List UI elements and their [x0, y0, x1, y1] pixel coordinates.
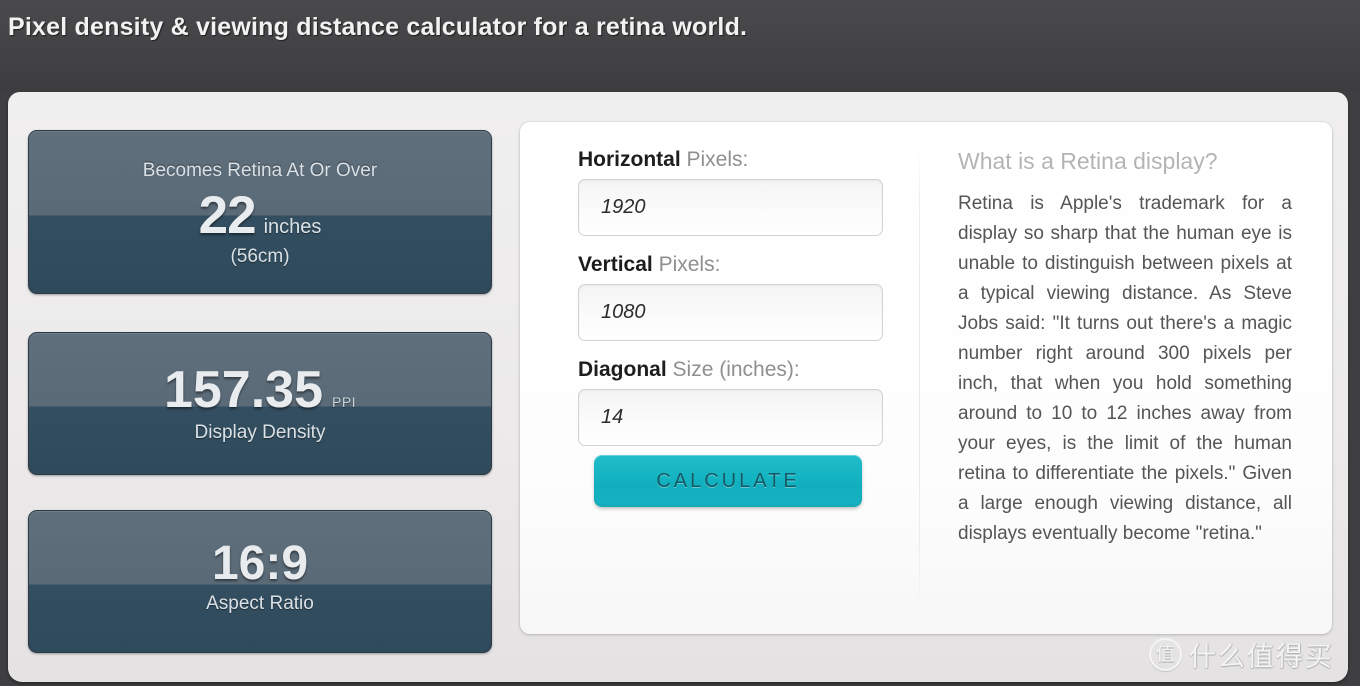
density-card-unit: PPI — [332, 394, 356, 410]
retina-card-value-row: 22 inches — [29, 188, 491, 244]
retina-card-unit: inches — [264, 216, 322, 239]
retina-card-metric: (56cm) — [29, 246, 491, 268]
diagonal-size-label-strong: Diagonal — [578, 358, 667, 381]
watermark-text: 什么值得买 — [1189, 635, 1334, 674]
page-title: Pixel density & viewing distance calcula… — [8, 13, 747, 42]
calculator-card: Horizontal Pixels: Vertical Pixels: Diag… — [520, 122, 1332, 634]
info-heading: What is a Retina display? — [958, 148, 1292, 175]
result-card-display-density: 157.35 PPI Display Density — [28, 332, 492, 475]
density-card-value: 157.35 — [164, 363, 323, 418]
result-card-aspect-ratio: 16:9 Aspect Ratio — [28, 510, 492, 653]
result-card-retina-distance: Becomes Retina At Or Over 22 inches (56c… — [28, 130, 492, 294]
column-divider — [919, 148, 920, 610]
horizontal-pixels-input[interactable] — [578, 179, 883, 236]
results-column: Becomes Retina At Or Over 22 inches (56c… — [28, 130, 492, 653]
calculate-button[interactable]: CALCULATE — [594, 455, 862, 507]
diagonal-size-label: Diagonal Size (inches): — [578, 358, 883, 382]
vertical-pixels-input[interactable] — [578, 284, 883, 341]
calculator-form: Horizontal Pixels: Vertical Pixels: Diag… — [578, 148, 883, 507]
vertical-pixels-label-rest: Pixels: — [653, 253, 721, 276]
retina-card-caption: Becomes Retina At Or Over — [29, 131, 491, 182]
horizontal-pixels-label: Horizontal Pixels: — [578, 148, 883, 172]
info-body: Retina is Apple's trademark for a displa… — [958, 189, 1292, 549]
diagonal-size-input[interactable] — [578, 389, 883, 446]
watermark-badge-icon: 值 — [1149, 638, 1182, 671]
retina-card-value: 22 — [199, 188, 256, 244]
header-band: Pixel density & viewing distance calcula… — [0, 0, 1360, 92]
horizontal-pixels-label-rest: Pixels: — [681, 148, 749, 171]
watermark: 值 什么值得买 — [1149, 635, 1334, 674]
vertical-pixels-label-strong: Vertical — [578, 253, 653, 276]
aspect-card-value-row: 16:9 — [29, 511, 491, 589]
info-column: What is a Retina display? Retina is Appl… — [958, 148, 1292, 549]
density-card-caption: Display Density — [29, 422, 491, 444]
diagonal-size-label-rest: Size (inches): — [667, 358, 800, 381]
horizontal-pixels-label-strong: Horizontal — [578, 148, 681, 171]
density-card-value-row: 157.35 PPI — [29, 333, 491, 418]
aspect-card-caption: Aspect Ratio — [29, 593, 491, 615]
vertical-pixels-label: Vertical Pixels: — [578, 253, 883, 277]
aspect-card-value: 16:9 — [212, 539, 308, 589]
main-panel: Becomes Retina At Or Over 22 inches (56c… — [8, 92, 1348, 682]
